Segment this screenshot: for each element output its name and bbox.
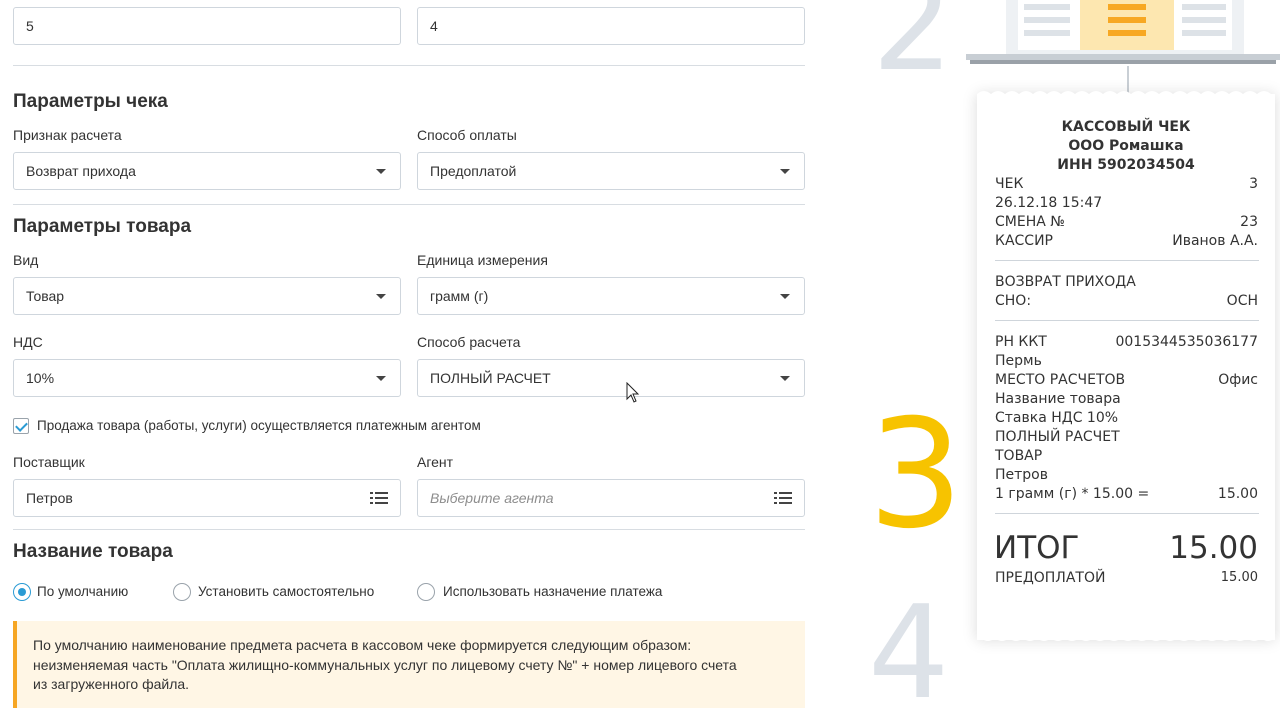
step-3-number: 3 bbox=[868, 388, 964, 562]
form-panel: 5 4 Параметры чека Признак расчета Спосо… bbox=[0, 0, 820, 720]
receipt: КАССОВЫЙ ЧЕК ООО Ромашка ИНН 5902034504 … bbox=[977, 91, 1275, 641]
divider bbox=[13, 65, 805, 66]
cashier-label: КАССИР bbox=[995, 233, 1053, 249]
agent-checkbox[interactable] bbox=[13, 418, 29, 434]
shift-label: СМЕНА № bbox=[995, 214, 1065, 230]
supplier-value: Петров bbox=[26, 490, 73, 506]
calc-method-select[interactable]: ПОЛНЫЙ РАСЧЕТ bbox=[417, 359, 805, 397]
total-label: ИТОГ bbox=[994, 530, 1080, 566]
receipt-vat-rate: Ставка НДС 10% bbox=[995, 410, 1119, 426]
receipt-subject: ТОВАР bbox=[995, 448, 1043, 464]
agent-field[interactable]: Выберите агента bbox=[417, 479, 805, 517]
divider bbox=[13, 204, 805, 205]
vat-value: 10% bbox=[26, 370, 55, 386]
calc-sign-label: Признак расчета bbox=[13, 127, 122, 143]
receipt-divider bbox=[995, 260, 1259, 261]
payment-method-select[interactable]: Предоплатой bbox=[417, 152, 805, 190]
receipt-bottom-edge bbox=[977, 634, 1275, 641]
receipt-city: Пермь bbox=[995, 353, 1042, 369]
step-2-number: 2 bbox=[872, 0, 954, 100]
receipt-datetime: 26.12.18 15:47 bbox=[995, 195, 1103, 211]
prepay-value: 15.00 bbox=[1220, 570, 1258, 585]
check-value: 3 bbox=[1249, 176, 1258, 192]
top-left-input[interactable]: 5 bbox=[13, 7, 401, 45]
check-label: ЧЕК bbox=[995, 176, 1024, 192]
info-line: неизменяемая часть "Оплата жилищно-комму… bbox=[33, 656, 737, 673]
kind-value: Товар bbox=[26, 288, 65, 304]
receipt-supplier: Петров bbox=[995, 467, 1048, 483]
supplier-label: Поставщик bbox=[13, 454, 85, 470]
chevron-down-icon bbox=[780, 376, 790, 381]
receipt-operation: ВОЗВРАТ ПРИХОДА bbox=[995, 274, 1136, 290]
chevron-down-icon bbox=[376, 169, 386, 174]
chevron-down-icon bbox=[376, 376, 386, 381]
payment-method-value: Предоплатой bbox=[430, 163, 517, 179]
receipt-divider bbox=[995, 513, 1259, 514]
receipt-top-edge bbox=[977, 91, 1275, 98]
payment-method-label: Способ оплаты bbox=[417, 127, 517, 143]
chevron-down-icon bbox=[780, 294, 790, 299]
tax-label: СНО: bbox=[995, 293, 1032, 309]
top-right-input[interactable]: 4 bbox=[417, 7, 805, 45]
info-line: По умолчанию наименование предмета расче… bbox=[33, 637, 692, 653]
divider bbox=[13, 529, 805, 530]
radio-payment-purpose[interactable] bbox=[417, 583, 435, 601]
cashier-value: Иванов А.А. bbox=[1172, 233, 1258, 249]
chevron-down-icon bbox=[780, 169, 790, 174]
calc-method-label: Способ расчета bbox=[417, 334, 521, 350]
receipt-divider bbox=[995, 320, 1259, 321]
list-icon[interactable] bbox=[774, 492, 792, 504]
unit-label: Единица измерения bbox=[417, 252, 548, 268]
product-name-heading: Название товара bbox=[13, 541, 173, 562]
agent-placeholder: Выберите агента bbox=[430, 490, 554, 506]
info-line: из загруженного файла. bbox=[33, 676, 190, 692]
shift-value: 23 bbox=[1240, 214, 1258, 230]
receipt-title: КАССОВЫЙ ЧЕК bbox=[1061, 119, 1191, 135]
receipt-calc-method: ПОЛНЫЙ РАСЧЕТ bbox=[995, 429, 1120, 445]
kkt-value: 0015344535036177 bbox=[1115, 334, 1258, 350]
place-value: Офис bbox=[1218, 372, 1258, 388]
receipt-line-total: 15.00 bbox=[1217, 486, 1258, 502]
kind-select[interactable]: Товар bbox=[13, 277, 401, 315]
calc-sign-select[interactable]: Возврат прихода bbox=[13, 152, 401, 190]
prepay-label: ПРЕДОПЛАТОЙ bbox=[995, 570, 1106, 586]
mouse-cursor-icon bbox=[626, 382, 640, 403]
receipt-params-heading: Параметры чека bbox=[13, 91, 168, 112]
radio-default[interactable] bbox=[13, 583, 31, 601]
receipt-company: ООО Ромашка bbox=[1068, 138, 1184, 154]
receipt-line-calc: 1 грамм (г) * 15.00 = bbox=[995, 486, 1150, 502]
radio-default-label: По умолчанию bbox=[37, 584, 129, 599]
total-value: 15.00 bbox=[1169, 530, 1258, 566]
receipt-item-name: Название товара bbox=[995, 391, 1121, 407]
place-label: МЕСТО РАСЧЕТОВ bbox=[995, 372, 1126, 388]
kind-label: Вид bbox=[13, 252, 39, 268]
list-icon[interactable] bbox=[370, 492, 388, 504]
calc-sign-value: Возврат прихода bbox=[26, 163, 136, 179]
vat-label: НДС bbox=[13, 334, 43, 350]
unit-select[interactable]: грамм (г) bbox=[417, 277, 805, 315]
agent-checkbox-label: Продажа товара (работы, услуги) осуществ… bbox=[37, 418, 481, 433]
info-box: По умолчанию наименование предмета расче… bbox=[13, 621, 805, 708]
laptop-illustration bbox=[966, 0, 1280, 64]
tax-value: ОСН bbox=[1226, 293, 1258, 309]
radio-payment-purpose-label: Использовать назначение платежа bbox=[443, 584, 663, 599]
agent-label: Агент bbox=[417, 454, 454, 470]
chevron-down-icon bbox=[376, 294, 386, 299]
radio-custom[interactable] bbox=[173, 583, 191, 601]
receipt-inn: ИНН 5902034504 bbox=[1057, 157, 1195, 173]
step-4-number: 4 bbox=[868, 579, 950, 720]
product-params-heading: Параметры товара bbox=[13, 216, 192, 237]
unit-value: грамм (г) bbox=[430, 288, 489, 304]
vat-select[interactable]: 10% bbox=[13, 359, 401, 397]
radio-custom-label: Установить самостоятельно bbox=[198, 584, 375, 599]
supplier-field[interactable]: Петров bbox=[13, 479, 401, 517]
kkt-label: РН ККТ bbox=[995, 334, 1047, 350]
calc-method-value: ПОЛНЫЙ РАСЧЕТ bbox=[430, 370, 551, 386]
